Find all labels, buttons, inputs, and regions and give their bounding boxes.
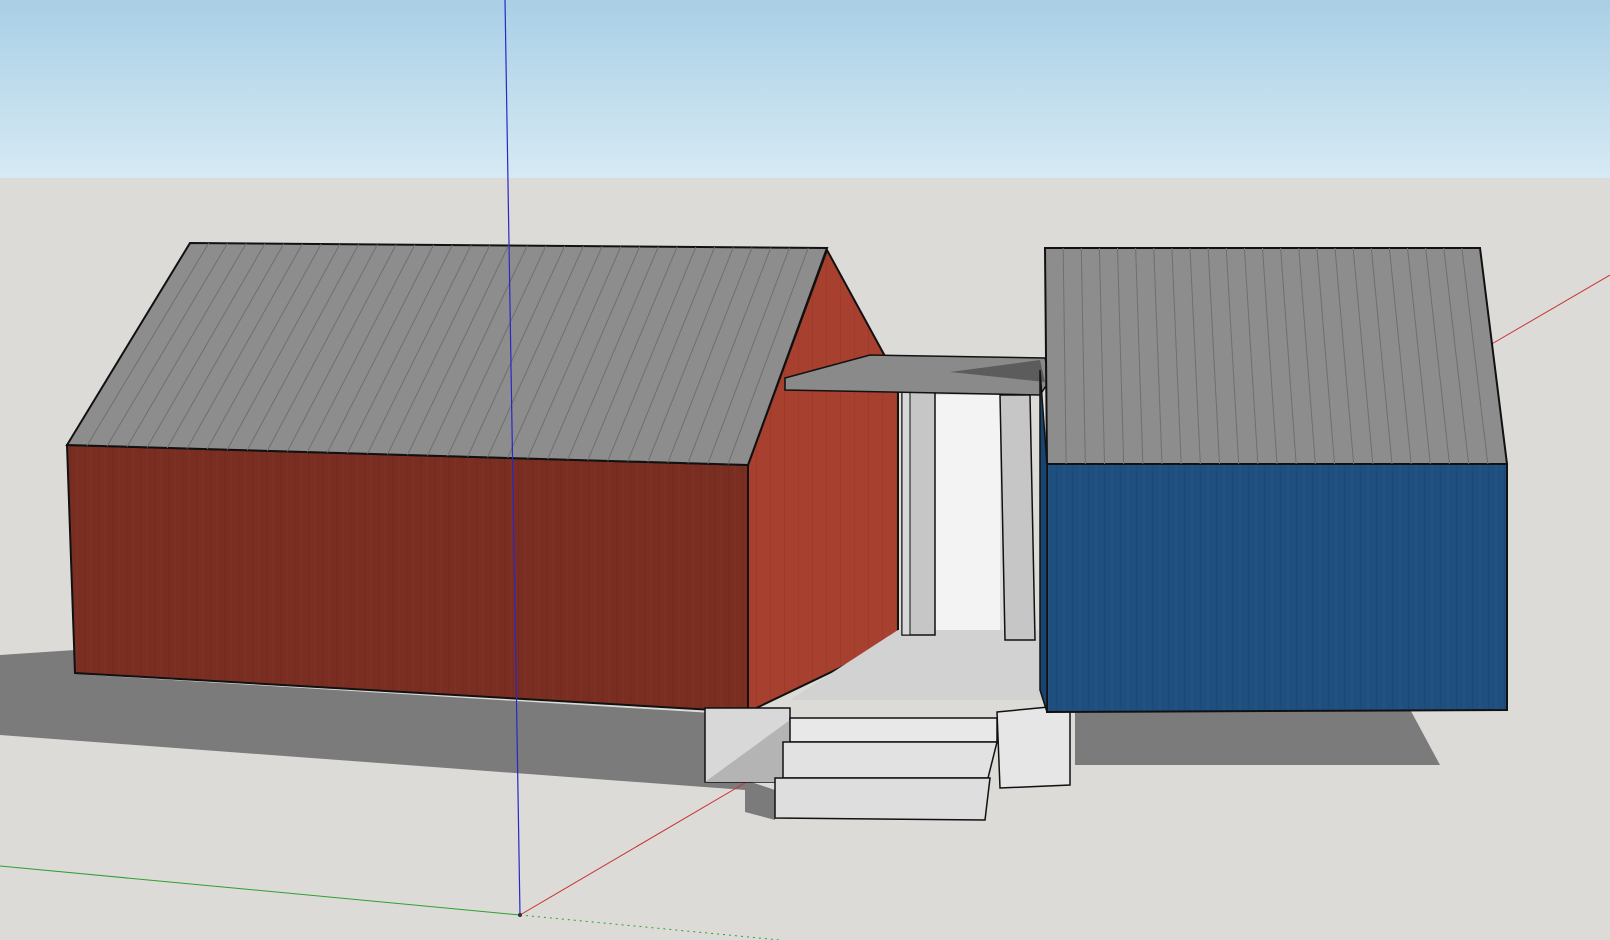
step-side-block-right: [996, 704, 1071, 789]
model-viewport[interactable]: [0, 0, 1610, 940]
model-origin: [518, 913, 522, 917]
step-top: [789, 717, 998, 743]
red-gable-building[interactable]: [65, 241, 899, 714]
blue-building-front-wall: [1046, 463, 1508, 714]
red-building-front-wall: [65, 443, 749, 714]
porch-back-wall: [935, 395, 1000, 630]
blue-building[interactable]: [1039, 247, 1509, 714]
porch-column-right: [999, 394, 1036, 641]
porch-column-left-side: [901, 389, 911, 636]
sky: [0, 0, 1610, 178]
3d-scene-canvas[interactable]: [0, 0, 1610, 940]
step-middle: [782, 741, 998, 779]
step-bottom: [774, 777, 991, 821]
